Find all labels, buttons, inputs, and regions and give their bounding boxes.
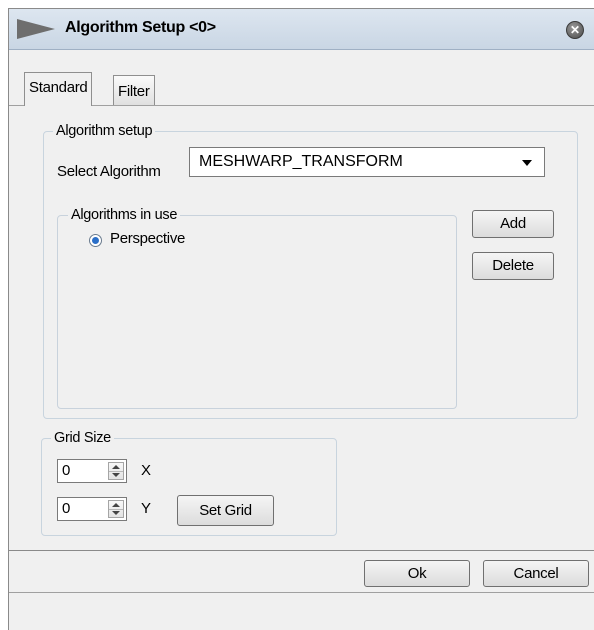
- select-algorithm-label: Select Algorithm: [57, 163, 161, 180]
- dialog-window: Algorithm Setup <0> ✕ Filter Standard Al…: [8, 8, 594, 630]
- play-triangle-icon: [17, 19, 55, 39]
- tab-standard[interactable]: Standard: [24, 72, 93, 106]
- select-algorithm-dropdown[interactable]: MESHWARP_TRANSFORM: [189, 147, 545, 177]
- set-grid-button[interactable]: Set Grid: [177, 495, 274, 526]
- spinner-arrows-icon[interactable]: [108, 462, 124, 480]
- grid-x-label: X: [141, 462, 151, 479]
- selected-algorithm-value[interactable]: MESHWARP_TRANSFORM: [199, 153, 403, 171]
- ok-button[interactable]: Ok: [364, 560, 470, 587]
- add-button[interactable]: Add: [472, 210, 554, 238]
- algorithms-in-use-group: Algorithms in use Perspective: [57, 207, 457, 409]
- tab-filter[interactable]: Filter: [113, 75, 155, 105]
- grid-y-label: Y: [141, 500, 151, 517]
- perspective-label[interactable]: Perspective: [110, 230, 185, 247]
- grid-size-legend: Grid Size: [51, 430, 114, 446]
- algorithm-setup-legend: Algorithm setup: [53, 123, 156, 139]
- close-icon[interactable]: ✕: [566, 21, 584, 39]
- algorithms-in-use-legend: Algorithms in use: [68, 207, 181, 223]
- grid-x-value[interactable]: 0: [62, 462, 70, 479]
- chevron-down-icon[interactable]: [522, 160, 532, 166]
- grid-y-value[interactable]: 0: [62, 500, 70, 517]
- title-bar[interactable]: Algorithm Setup <0> ✕: [9, 9, 594, 50]
- grid-y-spinner[interactable]: 0: [57, 497, 127, 521]
- spinner-arrows-icon[interactable]: [108, 500, 124, 518]
- footer-divider: [9, 592, 594, 593]
- delete-button[interactable]: Delete: [472, 252, 554, 280]
- perspective-radio[interactable]: [89, 234, 102, 247]
- cancel-button[interactable]: Cancel: [483, 560, 589, 587]
- window-title: Algorithm Setup <0>: [65, 19, 216, 36]
- grid-x-spinner[interactable]: 0: [57, 459, 127, 483]
